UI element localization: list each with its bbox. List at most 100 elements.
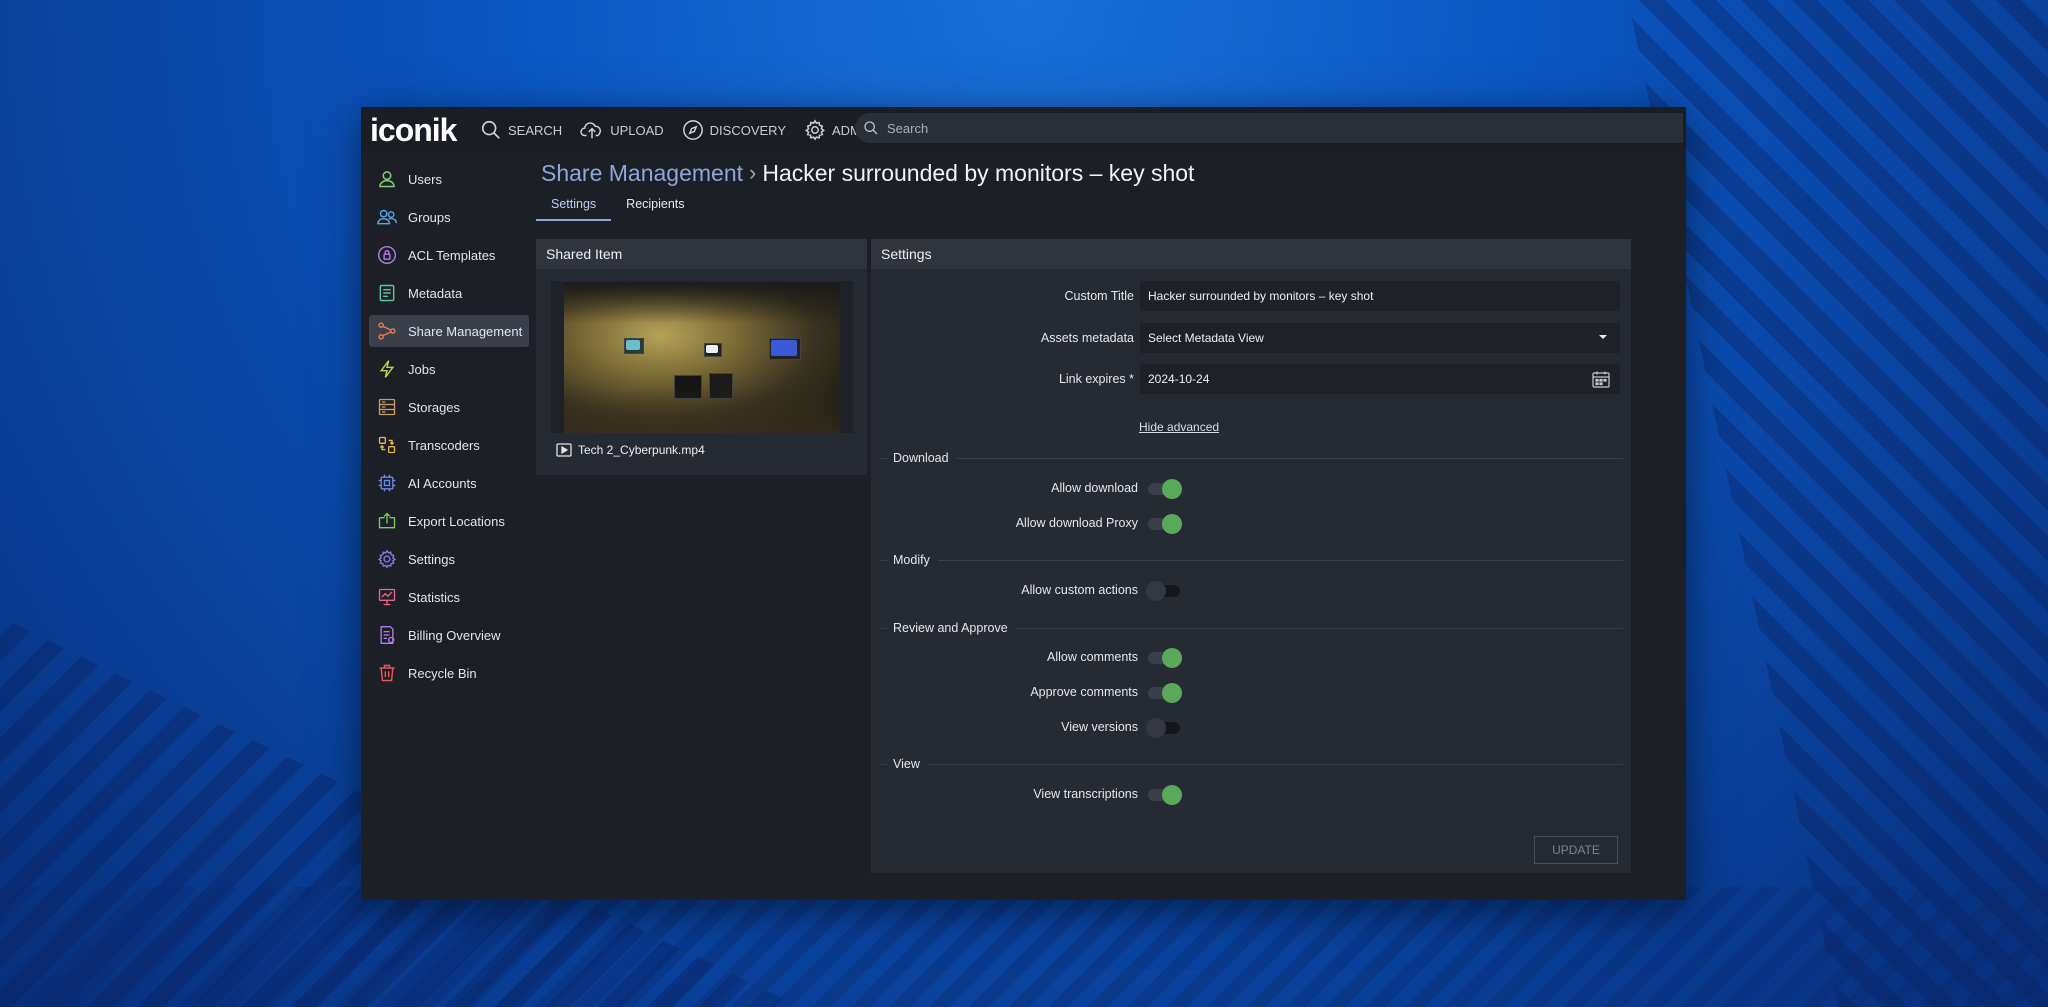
admin-sidebar: Users Groups ACL Templates Metadata Shar… — [369, 163, 529, 695]
view-transcriptions-label: View transcriptions — [1033, 787, 1138, 801]
nav-search[interactable]: SEARCH — [480, 119, 562, 141]
document-icon — [376, 282, 398, 304]
sidebar-item-billing-overview[interactable]: Billing Overview — [369, 619, 529, 651]
sidebar-item-label: ACL Templates — [408, 247, 496, 263]
users-icon — [376, 206, 398, 228]
allow-comments-toggle[interactable] — [1146, 647, 1184, 668]
sidebar-item-label: Export Locations — [408, 513, 505, 529]
cloud-upload-icon — [580, 122, 602, 139]
sidebar-item-metadata[interactable]: Metadata — [369, 277, 529, 309]
allow-custom-actions-label: Allow custom actions — [1021, 583, 1138, 597]
allow-download-toggle[interactable] — [1146, 478, 1184, 499]
sidebar-item-ai-accounts[interactable]: AI Accounts — [369, 467, 529, 499]
sidebar-item-acl-templates[interactable]: ACL Templates — [369, 239, 529, 271]
section-download-label: Download — [893, 451, 949, 465]
tab-settings[interactable]: Settings — [536, 197, 612, 221]
video-file-icon — [556, 443, 572, 457]
link-expires-row: Link expires * 2024-10-24 — [871, 364, 1620, 394]
nav-upload[interactable]: UPLOAD — [580, 119, 664, 141]
view-versions-toggle[interactable] — [1146, 717, 1184, 738]
settings-header: Settings — [871, 239, 1631, 269]
sidebar-item-label: Jobs — [408, 361, 436, 377]
update-button[interactable]: UPDATE — [1534, 836, 1618, 864]
allow-download-proxy-label: Allow download Proxy — [1015, 516, 1138, 530]
link-expires-value: 2024-10-24 — [1148, 372, 1210, 386]
sidebar-item-jobs[interactable]: Jobs — [369, 353, 529, 385]
search-icon — [864, 121, 878, 135]
sidebar-item-settings[interactable]: Settings — [369, 543, 529, 575]
sidebar-item-transcoders[interactable]: Transcoders — [369, 429, 529, 461]
user-icon — [376, 168, 398, 190]
sidebar-item-label: Metadata — [408, 285, 463, 301]
top-bar: iconik SEARCH UPLOAD DISCOVERY ADMIN — [361, 107, 1686, 153]
app-window: iconik SEARCH UPLOAD DISCOVERY ADMIN Use… — [361, 107, 1686, 900]
lock-icon — [376, 244, 398, 266]
section-modify: Modify — [879, 553, 1623, 567]
custom-title-value: Hacker surrounded by monitors – key shot — [1148, 289, 1374, 303]
sidebar-item-label: Statistics — [408, 589, 461, 605]
sidebar-item-export-locations[interactable]: Export Locations — [369, 505, 529, 537]
breadcrumb: Share Management › Hacker surrounded by … — [541, 157, 1681, 189]
sidebar-item-storages[interactable]: Storages — [369, 391, 529, 423]
allow-comments-row: Allow comments — [871, 647, 1184, 668]
section-view: View — [879, 757, 1623, 771]
hide-advanced-link[interactable]: Hide advanced — [1139, 420, 1219, 434]
chart-icon — [376, 586, 398, 608]
sidebar-item-label: AI Accounts — [408, 475, 477, 491]
sidebar-item-label: Billing Overview — [408, 627, 501, 643]
allow-custom-actions-row: Allow custom actions — [871, 580, 1184, 601]
custom-title-label: Custom Title — [1064, 289, 1134, 303]
compass-icon — [682, 120, 703, 140]
asset-filename-row[interactable]: Tech 2_Cyberpunk.mp4 — [556, 443, 705, 457]
section-modify-label: Modify — [893, 553, 930, 567]
nav-discovery[interactable]: DISCOVERY — [682, 119, 786, 141]
view-versions-label: View versions — [1061, 720, 1138, 734]
trash-icon — [376, 662, 398, 684]
assets-metadata-label: Assets metadata — [1040, 331, 1134, 345]
sidebar-item-label: Transcoders — [408, 437, 480, 453]
approve-comments-row: Approve comments — [871, 682, 1184, 703]
allow-download-proxy-row: Allow download Proxy — [871, 513, 1184, 534]
page-title: Hacker surrounded by monitors – key shot — [762, 159, 1195, 186]
nav-search-label: SEARCH — [508, 122, 563, 138]
section-review-label: Review and Approve — [893, 621, 1008, 635]
sidebar-item-label: Storages — [408, 399, 461, 415]
calendar-icon[interactable] — [1592, 371, 1610, 388]
link-expires-field[interactable]: 2024-10-24 — [1140, 364, 1620, 394]
sidebar-item-share-management[interactable]: Share Management — [369, 315, 529, 347]
section-review-approve: Review and Approve — [879, 621, 1623, 635]
view-versions-row: View versions — [871, 717, 1184, 738]
sidebar-item-recycle-bin[interactable]: Recycle Bin — [369, 657, 529, 689]
breadcrumb-parent-link[interactable]: Share Management — [541, 160, 743, 187]
asset-card[interactable] — [551, 281, 853, 433]
sidebar-item-label: Settings — [408, 551, 455, 567]
gear-icon — [805, 119, 825, 141]
global-search-input[interactable] — [885, 119, 1669, 137]
view-transcriptions-toggle[interactable] — [1146, 784, 1184, 805]
assets-metadata-select[interactable]: Select Metadata View — [1140, 323, 1620, 353]
tab-recipients[interactable]: Recipients — [611, 197, 699, 221]
lightning-icon — [376, 358, 398, 380]
approve-comments-toggle[interactable] — [1146, 682, 1184, 703]
sidebar-item-users[interactable]: Users — [369, 163, 529, 195]
sidebar-item-groups[interactable]: Groups — [369, 201, 529, 233]
assets-metadata-value: Select Metadata View — [1148, 331, 1264, 345]
shared-item-panel: Shared Item Tech 2_Cyberpunk.mp4 — [536, 239, 867, 475]
sidebar-item-label: Recycle Bin — [408, 665, 477, 681]
custom-title-field[interactable]: Hacker surrounded by monitors – key shot — [1140, 281, 1620, 311]
transcoder-icon — [376, 434, 398, 456]
main-content: Share Management › Hacker surrounded by … — [536, 157, 1681, 873]
nav-discovery-label: DISCOVERY — [709, 122, 786, 138]
global-search-box — [855, 113, 1683, 143]
tab-bar: Settings Recipients — [536, 197, 1681, 221]
asset-thumbnail[interactable] — [564, 283, 840, 433]
sidebar-item-statistics[interactable]: Statistics — [369, 581, 529, 613]
chip-icon — [376, 472, 398, 494]
allow-download-proxy-toggle[interactable] — [1146, 513, 1184, 534]
storage-icon — [376, 396, 398, 418]
iconik-logo[interactable]: iconik — [370, 112, 462, 149]
allow-custom-actions-toggle[interactable] — [1146, 580, 1184, 601]
sidebar-item-label: Groups — [408, 209, 451, 225]
sidebar-item-label: Share Management — [408, 323, 523, 339]
custom-title-row: Custom Title Hacker surrounded by monito… — [871, 281, 1620, 311]
